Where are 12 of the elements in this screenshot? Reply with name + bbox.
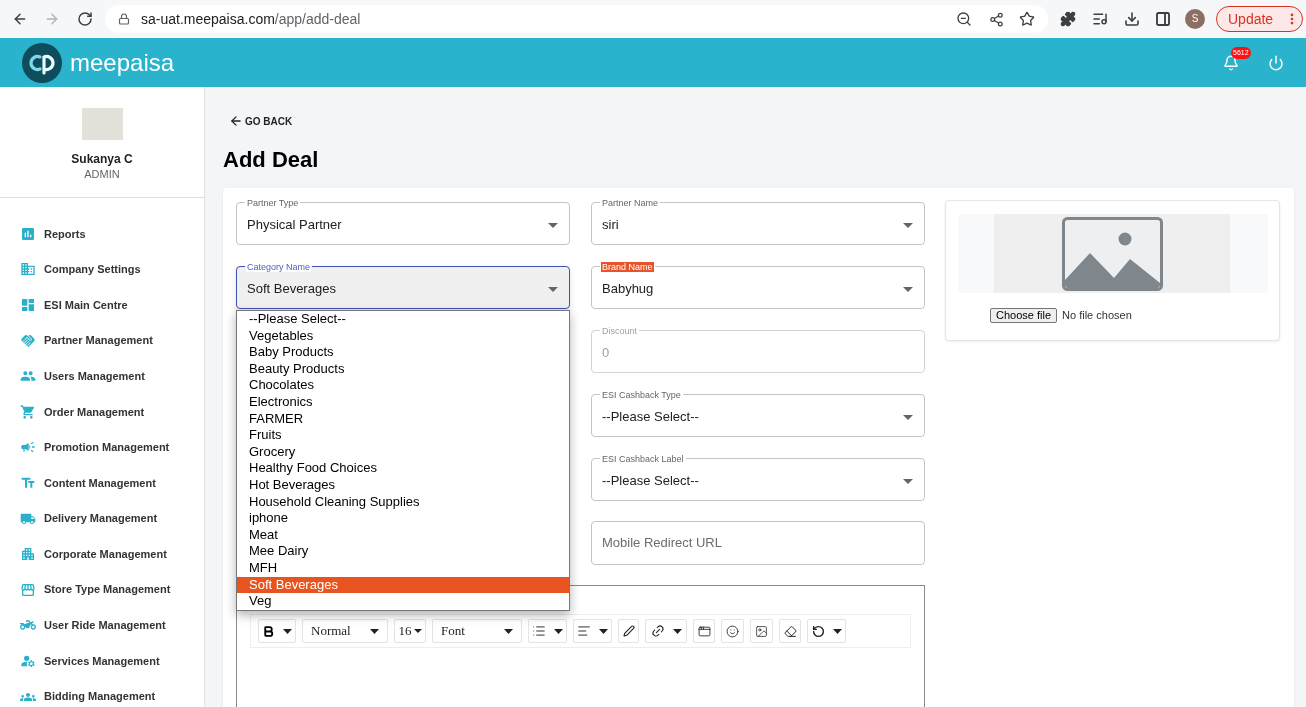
field-label: Partner Name [601, 198, 660, 208]
page-title: Add Deal [223, 146, 319, 174]
field-label: ESI Cashback Label [601, 454, 685, 464]
brand-name: meepaisa [70, 47, 175, 78]
field-label: ESI Cashback Type [601, 390, 682, 400]
user-role: ADMIN [84, 168, 120, 181]
file-status: No file chosen [1062, 308, 1132, 323]
user-name: Sukanya C [71, 152, 133, 166]
field-label: Partner Type [246, 198, 300, 208]
field-label: Category Name [246, 262, 312, 272]
field-label: Discount [601, 326, 638, 336]
field-label: Brand Name [601, 262, 654, 272]
